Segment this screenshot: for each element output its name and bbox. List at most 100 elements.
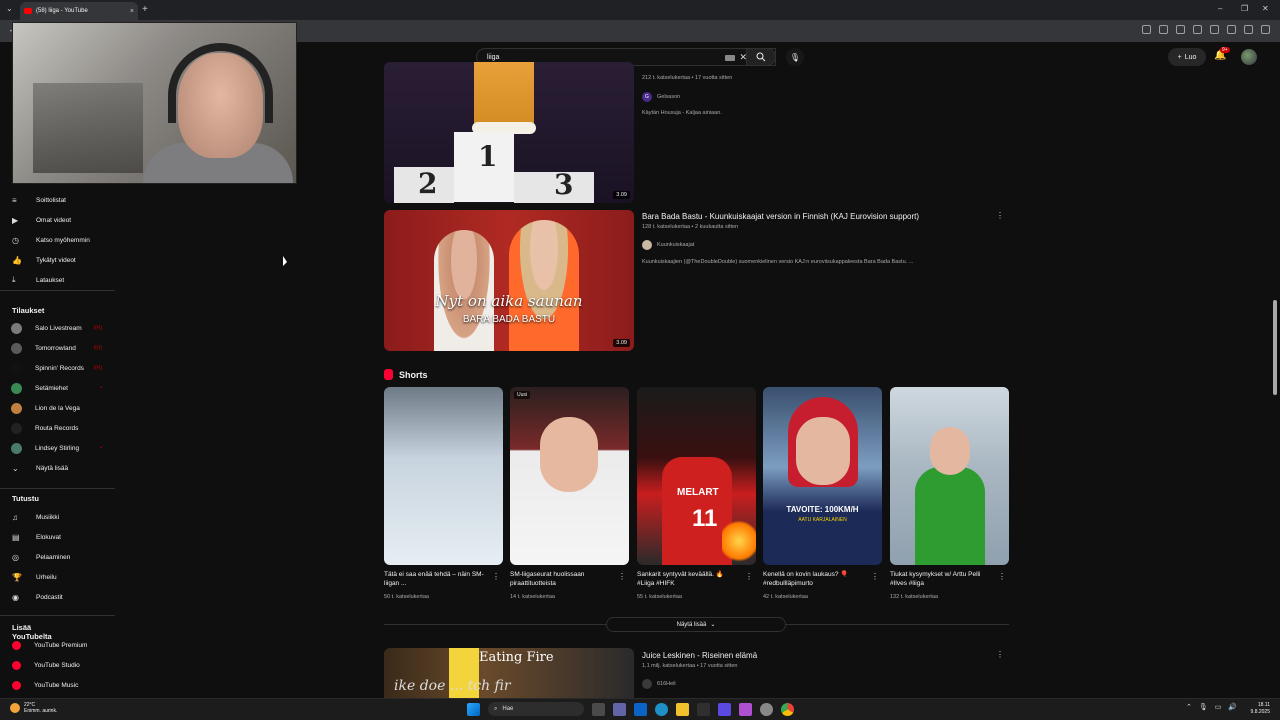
video-thumbnail[interactable]: Eating Fire ike doe ... tch fir (384, 648, 634, 700)
weather-widget[interactable]: 22°C Enimm. aurink. (10, 702, 57, 714)
shorts-show-more-button[interactable]: Näytä lisää ⌄ (606, 617, 786, 632)
sidebar-subscription[interactable]: Setämiehet • (0, 378, 118, 398)
streaming-app-icon[interactable] (739, 702, 752, 716)
sidebar-subscription[interactable]: Lindsey Stirling • (0, 438, 118, 458)
app-icon[interactable] (760, 702, 773, 716)
taskbar-search[interactable]: ⌕ Hae (488, 702, 584, 716)
sidebar-item-label: Elokuvat (36, 533, 61, 541)
more-options-icon[interactable]: ⋮ (998, 572, 1006, 581)
menu-icon[interactable] (1261, 25, 1270, 34)
more-options-icon[interactable]: ⋮ (745, 572, 753, 581)
tab-close-button[interactable]: × (130, 8, 134, 15)
podcasts-icon: ◉ (12, 592, 19, 602)
sidebar-item-podcasts[interactable]: ◉ Podcastit (0, 587, 118, 607)
affinity-icon[interactable] (718, 702, 731, 716)
more-options-icon[interactable]: ⋮ (618, 572, 626, 581)
minimize-icon[interactable]: – (1218, 4, 1222, 13)
sidebar-item-liked-videos[interactable]: 👍 Tykätyt videot (0, 250, 118, 270)
sidebar-item-your-videos[interactable]: ▶ Omat videot (0, 210, 118, 230)
sidebar-subscription[interactable]: Tomorrowland ((•)) (0, 338, 118, 358)
account-avatar[interactable] (1241, 49, 1257, 65)
extension-icon[interactable] (1210, 25, 1219, 34)
short-thumbnail[interactable]: MELART 11 (637, 387, 756, 565)
short-title[interactable]: Kenellä on kovin laukaus? 🎈 #redbullläpi… (763, 570, 868, 588)
maximize-icon[interactable]: ❐ (1241, 4, 1248, 13)
video-meta: 128 t. katselukertaa • 2 kuukautta sitte… (642, 224, 739, 230)
mail-icon[interactable] (634, 702, 647, 716)
short-title[interactable]: Tätä ei saa enää tehdä – näin SM-liigan … (384, 570, 489, 588)
short-thumbnail[interactable] (890, 387, 1009, 565)
sidebar-item-watch-later[interactable]: ◷ Katso myöhemmin (0, 230, 118, 250)
bookmark-star-icon[interactable] (1159, 25, 1168, 34)
sidebar-item-movies[interactable]: ▤ Elokuvat (0, 527, 118, 547)
video-thumbnail[interactable]: 2 1 3 3.09 (384, 62, 634, 203)
chrome-icon[interactable] (781, 702, 794, 716)
voice-search-button[interactable]: 🎙 (786, 48, 804, 66)
sidebar-item-playlist[interactable]: ≡ Soittolistat (0, 190, 118, 210)
short-thumbnail[interactable]: TAVOITE: 100KM/H AATU KARJALAINEN (763, 387, 882, 565)
sidebar-subscription[interactable]: Salo Livestream ((•)) (0, 318, 118, 338)
network-icon[interactable]: ▭ (1215, 703, 1222, 711)
short-title[interactable]: Tiukat kysymykset w/ Arttu Pelli #Ilves … (890, 570, 995, 588)
video-channel[interactable]: G Gelsason (642, 92, 680, 102)
sidebar-subscription[interactable]: Lion de la Vega (0, 398, 118, 418)
more-options-icon[interactable]: ⋮ (996, 650, 1004, 659)
profile-icon[interactable] (1244, 25, 1253, 34)
windows-start-icon[interactable] (467, 702, 480, 716)
scrollbar-thumb[interactable] (1273, 300, 1277, 395)
sidebar-item-downloads[interactable]: ⤓ Lataukset (0, 270, 118, 290)
extension-icon[interactable] (1176, 25, 1185, 34)
sidebar-subscription[interactable]: Routa Records (0, 418, 118, 438)
edge-icon[interactable] (655, 702, 668, 716)
notifications-button[interactable]: 🔔 9+ (1214, 47, 1230, 61)
sidebar-subscription[interactable]: Spinnin' Records ((•)) (0, 358, 118, 378)
video-thumbnail[interactable]: Nyt on aika saunan BARA BADA BASTU 3.09 (384, 210, 634, 351)
create-button[interactable]: + Luo (1168, 48, 1206, 66)
browser-tab-youtube[interactable]: (58) liiga - YouTube × (20, 2, 138, 20)
short-title[interactable]: Sankarit syntyvät keväällä. 🔥 #Liiga #HI… (637, 570, 742, 588)
short-views: 55 t. katselukertaa (637, 594, 682, 600)
task-view-icon[interactable] (592, 702, 605, 716)
close-window-icon[interactable]: ✕ (1262, 4, 1269, 13)
install-icon[interactable] (1142, 25, 1151, 34)
video-channel[interactable]: 616Heli (642, 679, 676, 689)
sidebar-item-youtube-product[interactable]: YouTube Premium (0, 635, 118, 655)
microphone-icon[interactable]: 🎙 (1199, 703, 1208, 711)
video-channel[interactable]: Kuunkuiskaajat (642, 240, 694, 250)
keyboard-icon[interactable] (725, 55, 735, 61)
new-tab-button[interactable]: + (142, 4, 148, 15)
more-options-icon[interactable]: ⋮ (492, 572, 500, 581)
chevron-up-icon[interactable]: ⌃ (1186, 703, 1192, 711)
sidebar-item-gaming[interactable]: ◎ Pelaaminen (0, 547, 118, 567)
more-options-icon[interactable]: ⋮ (871, 572, 879, 581)
taskbar-clock[interactable]: 18.11 9.8.2025 (1232, 702, 1270, 716)
file-explorer-icon[interactable] (676, 702, 689, 716)
sidebar-item-label: YouTube Music (34, 681, 79, 689)
sidebar-show-more[interactable]: ⌄ Näytä lisää (0, 458, 118, 478)
extension-icon[interactable] (1227, 25, 1236, 34)
short-person (930, 427, 970, 475)
search-button[interactable] (746, 48, 776, 66)
more-options-icon[interactable]: ⋮ (996, 211, 1004, 220)
teams-icon[interactable] (613, 702, 626, 716)
short-caption-sub: AATU KARJALAINEN (798, 517, 847, 523)
channel-avatar (11, 402, 22, 414)
sidebar-item-youtube-product[interactable]: YouTube Studio (0, 655, 118, 675)
video-title[interactable]: Juice Leskinen - Riseinen elämä (642, 651, 757, 660)
extension-icon[interactable] (1193, 25, 1202, 34)
create-label: Luo (1184, 53, 1197, 61)
sidebar-item-sports[interactable]: 🏆 Urheilu (0, 567, 118, 587)
short-thumbnail[interactable]: Uusi (510, 387, 629, 565)
store-icon[interactable] (697, 702, 710, 716)
sidebar-item-youtube-product[interactable]: YouTube Music (0, 675, 118, 695)
sidebar-item-music[interactable]: ♫ Musiikki (0, 507, 118, 527)
podium-first: 1 (454, 132, 514, 202)
short-title[interactable]: SM-liigaseurat huolissaan piraattituotte… (510, 570, 615, 588)
video-title[interactable]: Bara Bada Bastu - Kuunkuiskaajat version… (642, 212, 919, 221)
tab-search-icon[interactable]: ⌄ (6, 4, 13, 13)
chevron-down-icon: ⌄ (12, 463, 19, 473)
plus-icon: + (1177, 53, 1182, 61)
sidebar-item-label: Setämiehet (35, 384, 68, 392)
short-thumbnail[interactable] (384, 387, 503, 565)
sidebar-item-label: Katso myöhemmin (36, 236, 90, 244)
